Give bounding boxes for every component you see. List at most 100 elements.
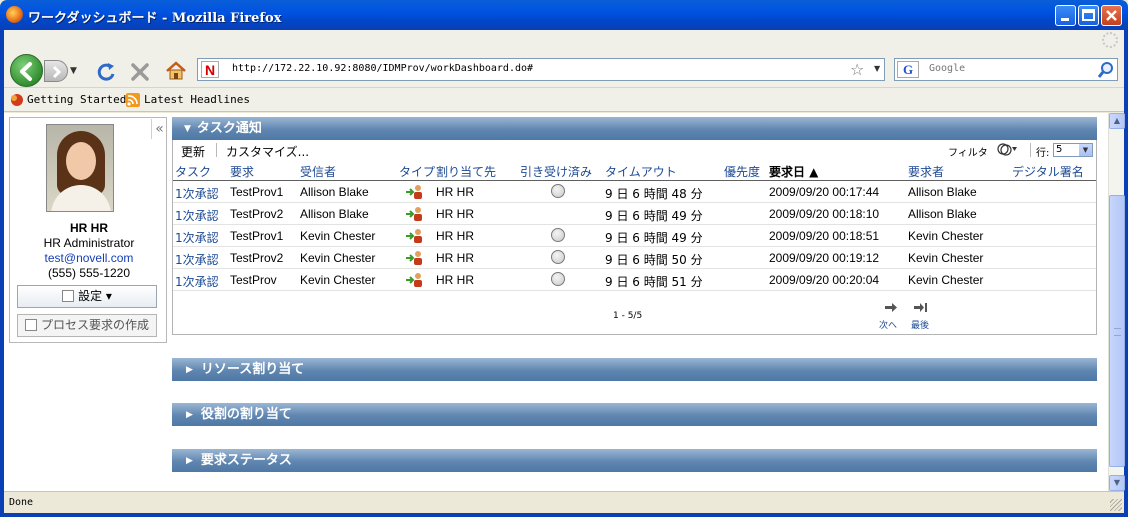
claimed-check-icon (551, 250, 565, 264)
assigned-to-cell: HR HR (436, 207, 474, 221)
section-title: 要求ステータス (200, 453, 292, 468)
refresh-button[interactable]: 更新 (181, 143, 205, 160)
timeout-cell: 9 日 6 時間 48 分 (605, 187, 703, 201)
task-link[interactable]: 1次承認 (175, 185, 219, 202)
task-link[interactable]: 1次承認 (175, 229, 219, 246)
page-content: « HR HR HR Administrator test@novell.com… (4, 113, 1108, 491)
minimize-button[interactable] (1055, 5, 1076, 26)
bookmark-latest-headlines[interactable]: Latest Headlines (144, 93, 250, 106)
table-row[interactable]: 1次承認 TestProv2 Kevin Chester HR HR 9 日 6… (173, 247, 1096, 269)
user-task-icon (406, 229, 422, 243)
settings-icon (62, 290, 75, 302)
rows-per-page-select[interactable]: 5 ▼ (1053, 143, 1093, 157)
recipient-cell: Kevin Chester (300, 251, 376, 265)
status-bar: Done (4, 491, 1124, 513)
maximize-button[interactable] (1078, 5, 1099, 26)
bookmark-getting-started[interactable]: Getting Started (27, 93, 126, 106)
search-engine-icon[interactable]: G (897, 61, 919, 78)
vertical-scrollbar[interactable]: ▲ ▼ (1108, 113, 1125, 491)
task-link[interactable]: 1次承認 (175, 207, 219, 224)
scroll-up-icon[interactable]: ▲ (1109, 113, 1125, 129)
stop-icon[interactable] (128, 60, 152, 84)
user-role: HR Administrator (43, 236, 135, 250)
requester-cell: Kevin Chester (908, 251, 984, 265)
timeout-cell: 9 日 6 時間 51 分 (605, 275, 703, 289)
column-header-requester[interactable]: 要求者 (908, 163, 944, 180)
column-header-request[interactable]: 要求 (230, 163, 254, 180)
home-icon[interactable] (164, 59, 188, 83)
request-date-cell: 2009/09/20 00:18:10 (769, 207, 880, 221)
column-header-recipient[interactable]: 受信者 (300, 163, 336, 180)
section-resource-assignment[interactable]: ▶ リソース割り当て (172, 358, 1097, 381)
filter-icon[interactable] (996, 142, 1018, 157)
recipient-cell: Kevin Chester (300, 229, 376, 243)
user-task-icon (406, 185, 422, 199)
column-header-priority[interactable]: 優先度 (724, 163, 760, 180)
back-button[interactable] (10, 54, 43, 87)
url-text[interactable]: http://172.22.10.92:8080/IDMProv/workDas… (232, 63, 533, 74)
search-icon[interactable] (1097, 61, 1115, 79)
column-header-task[interactable]: タスク (175, 163, 211, 180)
request-cell: TestProv1 (230, 229, 284, 243)
request-date-cell: 2009/09/20 00:20:04 (769, 273, 880, 287)
url-bar[interactable]: N http://172.22.10.92:8080/IDMProv/workD… (197, 58, 885, 81)
user-phone: (555) 555-1220 (47, 266, 131, 280)
claimed-check-icon (551, 184, 565, 198)
avatar (46, 124, 114, 212)
request-cell: TestProv (230, 273, 277, 287)
resize-grip-icon[interactable] (1110, 499, 1122, 511)
column-header-request-date[interactable]: 要求日 ▲ (769, 163, 818, 180)
reload-icon[interactable] (94, 60, 118, 84)
bookmark-star-icon[interactable]: ☆ (850, 60, 864, 79)
table-row[interactable]: 1次承認 TestProv Kevin Chester HR HR 9 日 6 … (173, 269, 1096, 291)
user-task-icon (406, 273, 422, 287)
task-link[interactable]: 1次承認 (175, 273, 219, 290)
customize-button[interactable]: カスタマイズ... (226, 143, 309, 160)
column-header-digital-signature[interactable]: デジタル署名 (1012, 163, 1084, 180)
settings-button[interactable]: 設定 ▾ (17, 285, 157, 308)
user-email-link[interactable]: test@novell.com (10, 251, 168, 265)
rows-label: 行: (1036, 148, 1050, 159)
firefox-bookmark-icon (11, 94, 23, 106)
site-favicon-icon: N (201, 61, 219, 78)
collapse-panel-icon[interactable]: « (151, 119, 167, 139)
requester-cell: Allison Blake (908, 207, 977, 221)
user-profile-panel: « HR HR HR Administrator test@novell.com… (9, 117, 167, 343)
claimed-check-icon (551, 228, 565, 242)
section-role-assignment[interactable]: ▶ 役割の割り当て (172, 403, 1097, 426)
maximize-icon (1082, 9, 1095, 21)
recipient-cell: Kevin Chester (300, 273, 376, 287)
collapsed-triangle-icon: ▶ (186, 365, 193, 375)
request-cell: TestProv2 (230, 251, 284, 265)
task-panel-header[interactable]: ▼ タスク通知 (172, 117, 1097, 140)
next-page-icon[interactable] (884, 302, 898, 313)
forward-button[interactable] (44, 60, 68, 82)
last-page-link[interactable]: 最後 (911, 318, 929, 331)
column-header-timeout[interactable]: タイムアウト (605, 163, 677, 180)
next-page-link[interactable]: 次へ (879, 318, 897, 331)
table-row[interactable]: 1次承認 TestProv1 Allison Blake HR HR 9 日 6… (173, 181, 1096, 203)
search-bar[interactable]: G (894, 58, 1118, 81)
scroll-down-icon[interactable]: ▼ (1109, 475, 1125, 491)
filter-label[interactable]: フィルタ (948, 144, 988, 159)
requester-cell: Allison Blake (908, 185, 977, 199)
table-row[interactable]: 1次承認 TestProv2 Allison Blake HR HR 9 日 6… (173, 203, 1096, 225)
column-header-type[interactable]: タイプ (399, 163, 435, 180)
task-link[interactable]: 1次承認 (175, 251, 219, 268)
last-page-icon[interactable] (914, 302, 928, 313)
table-row[interactable]: 1次承認 TestProv1 Kevin Chester HR HR 9 日 6… (173, 225, 1096, 247)
history-dropdown-icon[interactable]: ▼ (70, 66, 77, 76)
close-button[interactable] (1101, 5, 1122, 26)
section-title: リソース割り当て (200, 362, 305, 377)
url-dropdown-icon[interactable]: ▼ (874, 64, 880, 73)
status-text: Done (9, 497, 34, 508)
process-request-icon (24, 319, 37, 331)
section-request-status[interactable]: ▶ 要求ステータス (172, 449, 1097, 472)
scroll-thumb[interactable] (1109, 195, 1125, 467)
column-header-claimed[interactable]: 引き受け済み (520, 163, 592, 180)
column-header-assigned-to[interactable]: 割り当て先 (436, 163, 496, 180)
requester-cell: Kevin Chester (908, 229, 984, 243)
search-input[interactable] (929, 63, 1079, 74)
create-process-request-button[interactable]: プロセス要求の作成 (17, 314, 157, 337)
request-cell: TestProv1 (230, 185, 284, 199)
